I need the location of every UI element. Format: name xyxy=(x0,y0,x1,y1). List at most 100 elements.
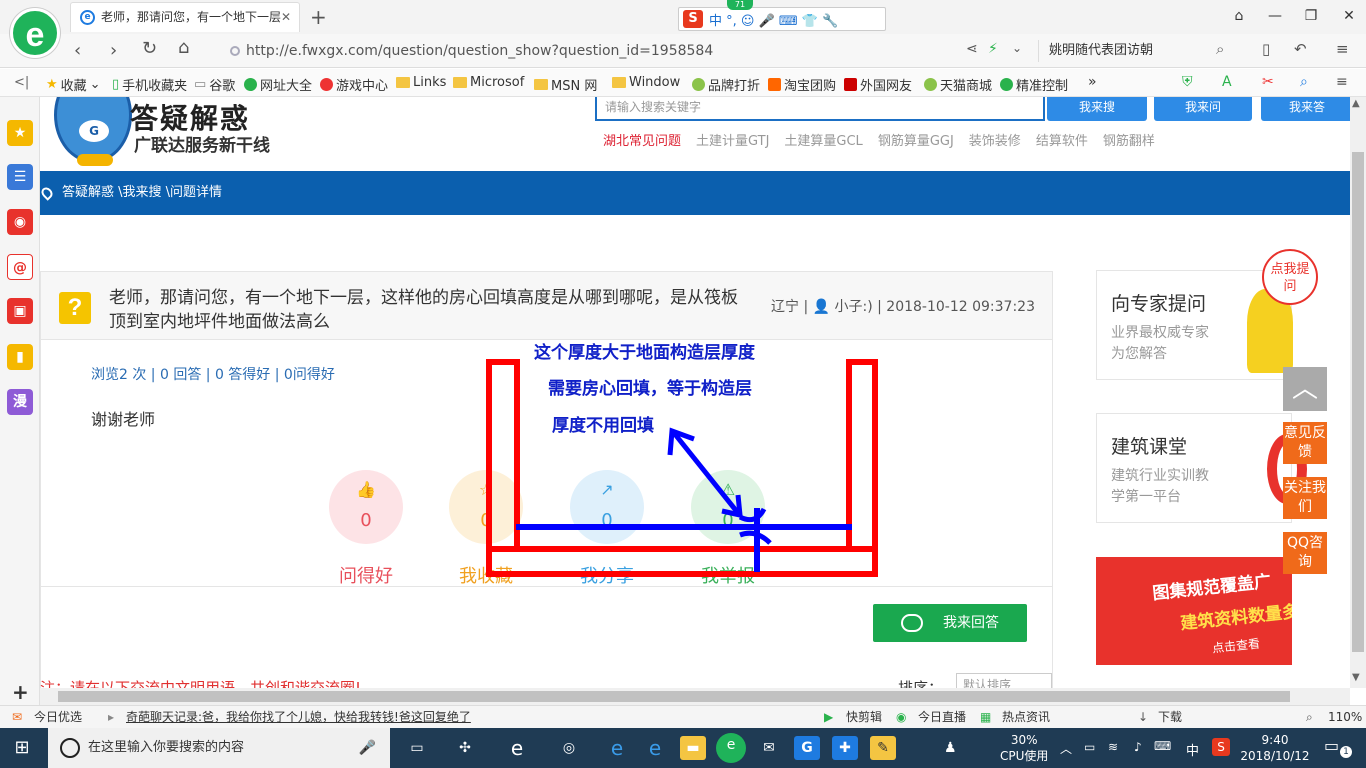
mail-icon[interactable]: @ xyxy=(7,254,33,280)
weibo-icon[interactable]: ◉ xyxy=(7,209,33,235)
windows-start-icon[interactable]: ⊞ xyxy=(0,728,44,768)
menu-icon[interactable]: ≡ xyxy=(1336,40,1349,58)
sogou-tray-icon[interactable]: S xyxy=(1212,738,1230,756)
power-icon[interactable]: ▭ xyxy=(1084,740,1095,754)
share-icon[interactable]: ⋖ xyxy=(966,41,978,57)
bookmark-item[interactable]: 网址大全 xyxy=(244,75,312,94)
category-link[interactable]: 土建计量GTJ xyxy=(696,130,769,149)
bookmark-item[interactable]: 淘宝团购 xyxy=(768,75,836,94)
share-action[interactable]: ↗ 0 xyxy=(570,470,644,544)
bookmarks-collapse-icon[interactable]: <| xyxy=(14,75,29,90)
notification-icon[interactable]: ▭ xyxy=(1324,736,1339,755)
new-tab-button[interactable]: + xyxy=(310,5,327,29)
cpu-usage[interactable]: 30% CPU使用 xyxy=(1000,732,1048,764)
click-badge[interactable]: 点我提问 xyxy=(1262,249,1318,305)
feedback-button[interactable]: 意见反馈 xyxy=(1283,422,1327,464)
bookmark-item[interactable]: Links xyxy=(396,75,446,90)
ask-button[interactable]: 我来问 xyxy=(1154,97,1252,121)
category-link[interactable]: 湖北常见问题 xyxy=(603,130,681,149)
site-search-input[interactable]: 请输入搜索关键字 xyxy=(595,97,1045,121)
scroll-down-icon[interactable]: ▼ xyxy=(1352,672,1360,683)
book-icon[interactable]: ▮ xyxy=(7,344,33,370)
search-input[interactable]: 姚明随代表团访朝 xyxy=(1038,40,1238,62)
ad-banner[interactable]: 图集规范覆盖广 建筑资料数量多 点击查看 xyxy=(1096,557,1292,665)
minimize-button[interactable]: — xyxy=(1260,4,1290,28)
bookmark-item[interactable]: 游戏中心 xyxy=(320,75,388,94)
bookmark-item[interactable]: ★ 收藏 ⌄ xyxy=(46,75,101,94)
answer-top-button[interactable]: 我来答 xyxy=(1261,97,1350,121)
category-link[interactable]: 土建算量GCL xyxy=(784,130,862,149)
scissors-icon[interactable]: ✂ xyxy=(1262,74,1274,90)
bookmark-item[interactable]: 天猫商城 xyxy=(924,75,992,94)
bookmark-item[interactable]: Window xyxy=(612,75,680,90)
360-browser-icon[interactable]: e xyxy=(716,733,746,763)
list-icon[interactable]: ☰ xyxy=(7,164,33,190)
banner-link[interactable]: 点击查看 xyxy=(1211,635,1261,657)
add-panel-icon[interactable]: + xyxy=(12,680,29,704)
category-link[interactable]: 钢筋算量GGJ xyxy=(878,130,954,149)
edge-icon[interactable]: e xyxy=(604,736,630,760)
ie-icon[interactable]: e xyxy=(504,736,530,760)
wifi-icon[interactable]: ≋ xyxy=(1108,740,1118,754)
vertical-scroll-thumb[interactable] xyxy=(1352,152,1364,652)
zoom-level[interactable]: 110% xyxy=(1328,706,1362,728)
qq-consult-button[interactable]: QQ咨询 xyxy=(1283,532,1327,574)
ime-indicator[interactable]: 中 xyxy=(1186,740,1199,759)
task-view-icon[interactable]: ▭ xyxy=(404,736,430,760)
like-action[interactable]: 👍 0 xyxy=(329,470,403,544)
sogou-ime-icon[interactable]: S xyxy=(683,10,703,28)
close-window-button[interactable]: ✕ xyxy=(1334,4,1364,28)
people-icon[interactable]: ♟ xyxy=(944,740,957,756)
download-link[interactable]: 下载 xyxy=(1158,706,1182,728)
ime-toolbar-label[interactable]: 中 °, ☺ 🎤 ⌨ 👕 🔧 xyxy=(709,10,838,29)
like-label[interactable]: 问得好 xyxy=(316,562,416,588)
bookmark-item[interactable]: 品牌打折 xyxy=(692,75,760,94)
notes-app-icon[interactable]: ✎ xyxy=(870,736,896,760)
mail-app-icon[interactable]: ✉ xyxy=(756,736,782,760)
live-link[interactable]: 今日直播 xyxy=(918,706,966,728)
translate-icon[interactable]: A xyxy=(1222,74,1232,90)
news-ticker[interactable]: 奇葩聊天记录:爸，我给你找了个儿媳，快给我转钱!爸这回复绝了 xyxy=(126,706,471,728)
back-arrow-icon[interactable]: ‹ xyxy=(74,40,81,61)
expert-card[interactable]: 向专家提问 业界最权威专家 为您解答 xyxy=(1096,270,1293,380)
ime-toolbar[interactable]: S 中 °, ☺ 🎤 ⌨ 👕 🔧 xyxy=(678,7,886,31)
bookmark-item[interactable]: MSN 网 xyxy=(534,75,597,94)
refresh-icon[interactable]: ↻ xyxy=(142,38,157,59)
today-picks-link[interactable]: 今日优选 xyxy=(34,706,82,728)
clock[interactable]: 9:40 2018/10/12 xyxy=(1240,732,1310,764)
keyboard-icon[interactable]: ⌨ xyxy=(1154,739,1171,753)
tab-close-icon[interactable]: ✕ xyxy=(281,3,291,31)
volume-icon[interactable]: ♪ xyxy=(1134,740,1142,754)
bookmark-item[interactable]: Microsof xyxy=(453,75,524,90)
plus-app-icon[interactable]: ✚ xyxy=(832,736,858,760)
app-icon[interactable]: ◎ xyxy=(556,736,582,760)
undo-icon[interactable]: ↶ xyxy=(1294,40,1307,58)
breadcrumb-text[interactable]: 答疑解惑 \我来搜 \问题详情 xyxy=(62,185,222,200)
category-link[interactable]: 结算软件 xyxy=(1036,130,1088,149)
fan-app-icon[interactable]: ✣ xyxy=(452,736,478,760)
forward-arrow-icon[interactable]: › xyxy=(110,40,117,61)
search-icon[interactable]: ⌕ xyxy=(1216,40,1224,58)
bookmark-item[interactable]: ▭ 谷歌 xyxy=(194,75,235,94)
tray-chevron-icon[interactable]: ︿ xyxy=(1060,740,1072,757)
quick-cut-link[interactable]: 快剪辑 xyxy=(846,706,882,728)
bookmarks-more-icon[interactable]: » xyxy=(1088,74,1097,90)
scroll-up-icon[interactable]: ▲ xyxy=(1352,98,1360,109)
category-link[interactable]: 装饰装修 xyxy=(969,130,1021,149)
ie-browser-icon[interactable]: e xyxy=(642,736,668,760)
maximize-button[interactable]: ❐ xyxy=(1296,4,1326,28)
game-controller-icon[interactable]: ▣ xyxy=(7,298,33,324)
horizontal-scroll-thumb[interactable] xyxy=(58,691,1290,702)
lightning-icon[interactable]: ⚡ xyxy=(988,41,998,57)
chevron-down-icon[interactable]: ⌄ xyxy=(1012,41,1022,55)
bookmark-item[interactable]: 外国网友 xyxy=(844,75,912,94)
sort-select[interactable]: 默认排序 xyxy=(956,673,1052,688)
answer-button[interactable]: 我来回答 xyxy=(873,604,1027,642)
back-to-top-icon[interactable]: ︿ xyxy=(1283,367,1327,411)
g-app-icon[interactable]: G xyxy=(794,736,820,760)
home-icon[interactable]: ⌂ xyxy=(178,37,189,58)
taskbar-search-input[interactable]: 在这里输入你要搜索的内容 🎤 xyxy=(48,728,390,768)
browser-logo-icon[interactable]: e xyxy=(10,8,60,58)
phone-icon[interactable]: ▯ xyxy=(1262,40,1270,58)
class-card[interactable]: 建筑课堂 建筑行业实训教 学第一平台 xyxy=(1096,413,1307,523)
